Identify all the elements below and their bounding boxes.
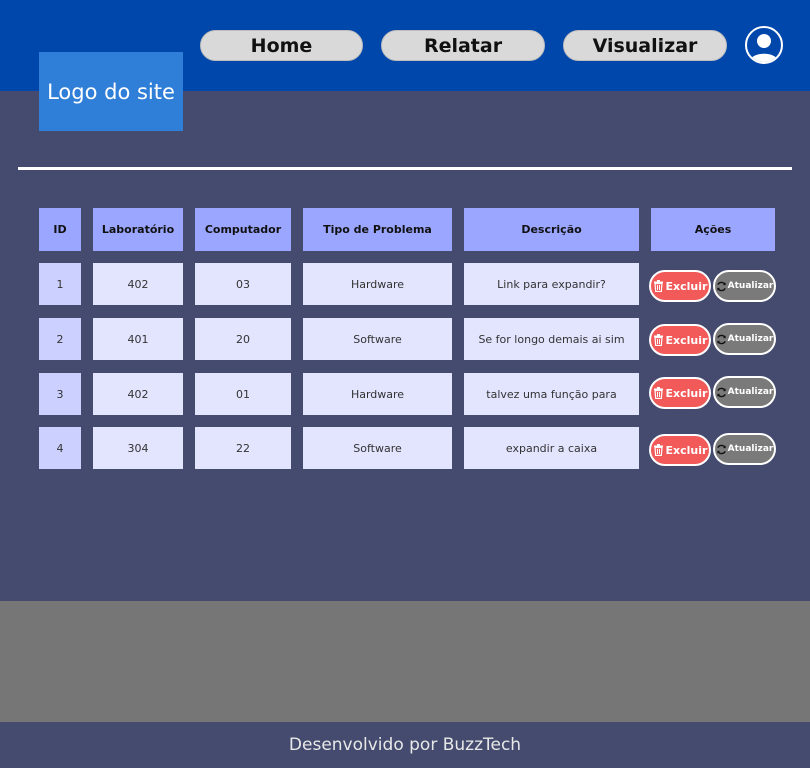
user-profile-button[interactable] — [745, 26, 783, 64]
refresh-icon — [716, 334, 726, 344]
table-cell-tipo: Software — [303, 318, 452, 360]
update-button-label: Atualizar — [727, 387, 774, 397]
site-logo[interactable]: Logo do site — [39, 52, 183, 131]
refresh-icon — [716, 387, 726, 397]
update-button-label: Atualizar — [727, 444, 774, 454]
table-cell-descricao[interactable]: Link para expandir? — [464, 263, 639, 305]
user-icon — [750, 34, 778, 62]
table-cell-id: 2 — [39, 318, 81, 360]
update-button[interactable]: Atualizar — [713, 433, 776, 465]
footer-text: Desenvolvido por BuzzTech — [288, 735, 522, 755]
delete-button-label: Excluir — [665, 333, 708, 347]
delete-button[interactable]: Excluir — [649, 377, 711, 409]
table-cell-laboratorio: 402 — [93, 263, 183, 305]
section-divider — [18, 167, 792, 170]
table-cell-descricao[interactable]: talvez uma função para — [464, 373, 639, 415]
table-cell-id: 1 — [39, 263, 81, 305]
table-cell-id: 3 — [39, 373, 81, 415]
column-header-laboratorio: Laboratório — [93, 208, 183, 251]
nav-relatar-button[interactable]: Relatar — [381, 30, 545, 61]
table-cell-laboratorio: 401 — [93, 318, 183, 360]
table-cell-computador: 03 — [195, 263, 291, 305]
delete-button-label: Excluir — [665, 386, 708, 400]
column-header-descricao: Descrição — [464, 208, 639, 251]
trash-icon — [653, 334, 663, 346]
update-button-label: Atualizar — [727, 334, 774, 344]
delete-button[interactable]: Excluir — [649, 324, 711, 356]
refresh-icon — [716, 444, 726, 454]
table-cell-descricao[interactable]: Se for longo demais ai sim — [464, 318, 639, 360]
nav-visualizar-button[interactable]: Visualizar — [563, 30, 727, 61]
trash-icon — [653, 280, 663, 292]
refresh-icon — [716, 281, 726, 291]
column-header-acoes: Ações — [651, 208, 775, 251]
delete-button[interactable]: Excluir — [649, 434, 711, 466]
table-cell-laboratorio: 402 — [93, 373, 183, 415]
table-cell-laboratorio: 304 — [93, 427, 183, 469]
update-button-label: Atualizar — [727, 281, 774, 291]
table-cell-computador: 22 — [195, 427, 291, 469]
delete-button-label: Excluir — [665, 279, 708, 293]
column-header-tipo-problema: Tipo de Problema — [303, 208, 452, 251]
table-cell-tipo: Hardware — [303, 373, 452, 415]
footer: Desenvolvido por BuzzTech — [0, 722, 810, 768]
update-button[interactable]: Atualizar — [713, 270, 776, 302]
table-cell-tipo: Hardware — [303, 263, 452, 305]
table-cell-tipo: Software — [303, 427, 452, 469]
delete-button[interactable]: Excluir — [649, 270, 711, 302]
update-button[interactable]: Atualizar — [713, 323, 776, 355]
trash-icon — [653, 387, 663, 399]
table-cell-computador: 01 — [195, 373, 291, 415]
delete-button-label: Excluir — [665, 443, 708, 457]
table-cell-descricao[interactable]: expandir a caixa — [464, 427, 639, 469]
nav-home-button[interactable]: Home — [200, 30, 363, 61]
update-button[interactable]: Atualizar — [713, 376, 776, 408]
column-header-computador: Computador — [195, 208, 291, 251]
content-placeholder-band — [0, 601, 810, 722]
column-header-id: ID — [39, 208, 81, 251]
table-cell-computador: 20 — [195, 318, 291, 360]
table-cell-id: 4 — [39, 427, 81, 469]
trash-icon — [653, 444, 663, 456]
